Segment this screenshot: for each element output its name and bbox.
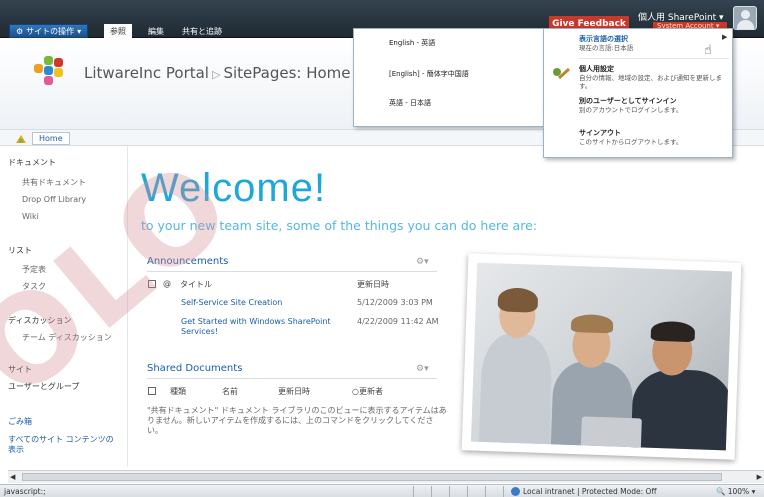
tab-share-track[interactable]: 共有と追跡 xyxy=(176,24,228,38)
select-all-docs-checkbox[interactable] xyxy=(148,387,156,395)
scroll-left-icon[interactable]: ◀ xyxy=(10,473,15,481)
status-divider xyxy=(431,486,432,497)
shared-documents-title[interactable]: Shared Documents xyxy=(147,363,242,374)
site-logo-icon xyxy=(34,56,68,86)
user-menu-separator xyxy=(579,58,729,59)
language-option[interactable]: English - 英語 xyxy=(389,38,435,48)
horizontal-scrollbar[interactable]: ◀ ▶ xyxy=(8,470,764,483)
nav-header-documents[interactable]: ドキュメント xyxy=(8,157,56,168)
nav-item-drop-off-library[interactable]: Drop Off Library xyxy=(22,195,86,204)
announcement-date: 5/12/2009 3:03 PM xyxy=(357,298,433,307)
welcome-subtitle: to your new team site, some of the thing… xyxy=(141,218,537,233)
chevron-down-icon: ▾ xyxy=(77,26,82,36)
status-divider xyxy=(449,486,450,497)
tab-edit[interactable]: 編集 xyxy=(142,24,170,38)
nav-item-calendar[interactable]: 予定表 xyxy=(22,264,46,275)
scrollbar-thumb[interactable] xyxy=(22,473,722,481)
status-divider xyxy=(485,486,486,497)
sign-in-different-title: 別のユーザーとしてサインイン xyxy=(579,97,677,105)
shared-documents-menu-gear-icon[interactable]: ⚙▾ xyxy=(416,364,429,374)
nav-item-shared-documents[interactable]: 共有ドキュメント xyxy=(22,177,86,188)
column-modified-by[interactable]: ○更新者 xyxy=(352,386,383,397)
announcements-menu-gear-icon[interactable]: ⚙▾ xyxy=(416,257,429,267)
column-title[interactable]: タイトル xyxy=(180,279,212,290)
site-actions-label: サイトの操作 xyxy=(26,26,75,36)
empty-library-message: "共有ドキュメント" ドキュメント ライブラリのこのビューに表示するアイテムはあ… xyxy=(147,406,447,435)
home-button[interactable]: Home xyxy=(32,132,70,145)
personal-settings-title: 個人用設定 xyxy=(579,65,614,73)
column-modified[interactable]: 更新日時 xyxy=(278,386,310,397)
site-actions-icon: ⚙ xyxy=(16,26,24,36)
submenu-arrow-icon: ▶ xyxy=(722,33,728,41)
status-divider xyxy=(413,486,414,497)
personal-settings-icon xyxy=(553,67,571,80)
column-name[interactable]: 名前 xyxy=(222,386,238,397)
language-option[interactable]: [English] - 簡体字中国語 xyxy=(389,69,469,79)
announcement-link[interactable]: Self-Service Site Creation xyxy=(181,298,351,308)
nav-header-lists[interactable]: リスト xyxy=(8,245,32,256)
page-title: SitePages: Home xyxy=(223,64,351,82)
zoom-value: 100% xyxy=(727,487,750,496)
announcements-title[interactable]: Announcements xyxy=(147,256,228,267)
nav-item-recycle-bin[interactable]: ごみ箱 xyxy=(8,416,32,427)
team-photo xyxy=(461,253,742,460)
scroll-right-icon[interactable]: ▶ xyxy=(757,473,762,481)
announcements-divider xyxy=(147,271,437,272)
site-actions-button[interactable]: ⚙ サイトの操作 ▾ xyxy=(9,24,89,38)
column-modified-by-label: 更新者 xyxy=(358,387,383,396)
select-all-checkbox[interactable] xyxy=(148,280,156,288)
personal-settings-desc: 自分の情報、地域の設定、および通知を更新します。 xyxy=(579,74,722,90)
tab-browse[interactable]: 参照 xyxy=(104,24,132,38)
team-photo-image xyxy=(470,262,733,451)
announcement-link[interactable]: Get Started with Windows SharePoint Serv… xyxy=(181,317,351,337)
site-title: LitwareInc Portal ▷ SitePages: Home xyxy=(84,64,351,82)
welcome-heading: Welcome! xyxy=(141,166,327,210)
status-bar: javascript:; Local intranet | Protected … xyxy=(0,484,764,497)
column-modified[interactable]: 更新日時 xyxy=(357,279,389,290)
nav-item-tasks[interactable]: タスク xyxy=(22,281,46,292)
security-zone[interactable]: Local intranet | Protected Mode: Off xyxy=(523,487,657,496)
intranet-zone-icon xyxy=(511,487,520,496)
announcement-date: 4/22/2009 11:42 AM xyxy=(357,317,439,326)
user-menu-sign-out[interactable]: サインアウト このサイトからログアウトします。 xyxy=(579,128,729,146)
attachment-icon: @ xyxy=(163,279,171,288)
nav-header-discussions[interactable]: ディスカッション xyxy=(8,315,71,326)
user-menu-personal-settings[interactable]: 個人用設定 自分の情報、地域の設定、および通知を更新します。 xyxy=(579,64,729,90)
sign-in-different-desc: 別のアカウントでログインします。 xyxy=(579,106,683,114)
nav-item-all-site-content[interactable]: すべてのサイト コンテンツの表示 xyxy=(8,435,118,455)
nav-header-sites[interactable]: サイト xyxy=(8,364,32,375)
sign-out-desc: このサイトからログアウトします。 xyxy=(579,138,683,146)
site-title-link[interactable]: LitwareInc Portal xyxy=(84,64,209,82)
status-text: javascript:; xyxy=(4,487,46,496)
nav-item-wiki[interactable]: Wiki xyxy=(22,212,39,221)
nav-item-team-discussion[interactable]: チーム ディスカッション xyxy=(22,332,112,343)
status-divider xyxy=(503,486,504,497)
nav-item-users-groups[interactable]: ユーザーとグループ xyxy=(8,381,79,392)
language-option[interactable]: 英語 - 日本語 xyxy=(389,98,431,108)
user-menu-sign-in-different[interactable]: 別のユーザーとしてサインイン 別のアカウントでログインします。 xyxy=(579,96,729,114)
avatar[interactable] xyxy=(733,6,757,30)
status-divider xyxy=(467,486,468,497)
breadcrumb-separator: ▷ xyxy=(211,68,221,81)
navigate-up-icon[interactable] xyxy=(15,133,27,144)
zoom-level[interactable]: 🔍 100% ▾ xyxy=(716,487,755,496)
sign-out-title: サインアウト xyxy=(579,129,621,137)
column-type[interactable]: 種類 xyxy=(170,386,186,397)
shared-documents-divider xyxy=(147,378,437,379)
hand-cursor-icon: ☝ xyxy=(704,43,712,58)
